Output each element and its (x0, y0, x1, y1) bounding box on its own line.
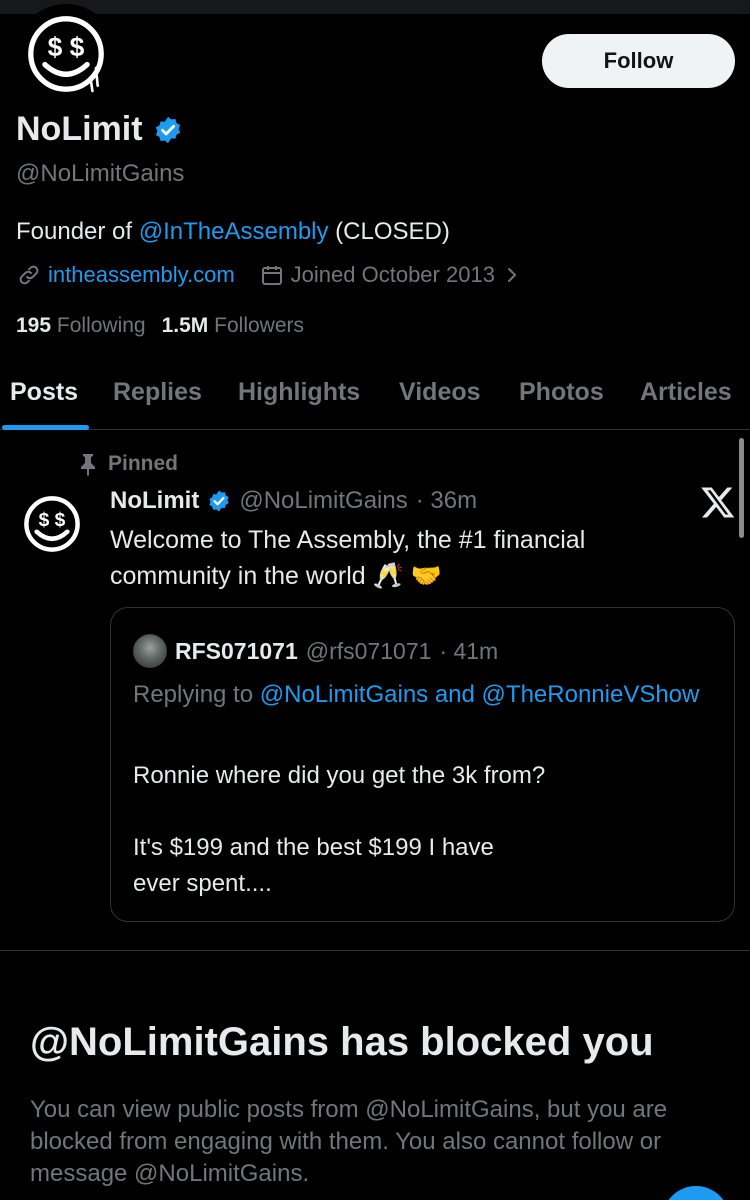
link-icon (16, 262, 42, 288)
tab-posts[interactable]: Posts (10, 378, 78, 407)
website-link[interactable]: intheassembly.com (48, 262, 235, 288)
post-author-name[interactable]: NoLimit (110, 487, 199, 515)
pin-icon (81, 454, 95, 476)
followers-link[interactable]: 1.5M Followers (162, 314, 304, 337)
following-label: Following (56, 314, 146, 337)
svg-text:$ $: $ $ (48, 32, 85, 62)
quote-author-handle[interactable]: @rfs071071 (306, 638, 432, 665)
profile-avatar[interactable]: $ $ (16, 4, 116, 104)
scrollbar[interactable] (739, 438, 744, 538)
replying-prefix: Replying to (133, 681, 260, 708)
profile-tabs: Posts Replies Highlights Videos Photos A… (0, 360, 750, 430)
quoted-post[interactable]: RFS071071 @rfs071071 · 41m Replying to @… (110, 607, 735, 922)
quote-body: Ronnie where did you get the 3k from? It… (133, 762, 546, 897)
tab-highlights[interactable]: Highlights (238, 378, 360, 407)
chevron-right-icon[interactable] (499, 262, 525, 288)
following-count: 195 (16, 314, 52, 337)
profile-name-row: NoLimit (16, 110, 183, 149)
active-tab-indicator (2, 425, 89, 430)
post-timestamp[interactable]: · 36m (416, 487, 477, 515)
followers-count: 1.5M (161, 314, 209, 337)
pinned-label: Pinned (108, 452, 179, 475)
tab-articles[interactable]: Articles (640, 378, 732, 407)
profile-handle: @NoLimitGains (16, 160, 185, 187)
post-author-avatar[interactable]: $ $ (20, 492, 84, 556)
profile-display-name: NoLimit (16, 110, 143, 148)
verified-badge-icon (207, 489, 231, 513)
tab-videos[interactable]: Videos (399, 378, 481, 407)
replying-to: Replying to @NoLimitGains and @TheRonnie… (133, 676, 723, 714)
quote-author-avatar[interactable] (133, 634, 167, 668)
post-author-handle[interactable]: @NoLimitGains (239, 487, 407, 515)
quote-author-name[interactable]: RFS071071 (175, 638, 298, 665)
quote-timestamp: · 41m (439, 637, 499, 664)
smiley-dollar-logo-icon: $ $ (24, 496, 80, 552)
smiley-dollar-logo-icon: $ $ (28, 16, 104, 93)
follow-button[interactable]: Follow (542, 34, 735, 88)
calendar-icon (259, 262, 285, 288)
profile-bio: Founder of @InTheAssembly (CLOSED) (16, 218, 450, 246)
replying-to-links[interactable]: @NoLimitGains and @TheRonnieVShow (260, 681, 700, 708)
section-divider (0, 950, 750, 951)
pinned-indicator: Pinned (78, 452, 178, 476)
bio-mention-link[interactable]: @InTheAssembly (139, 218, 329, 245)
x-logo-icon[interactable] (700, 484, 736, 520)
quote-header: RFS071071 @rfs071071 · 41m (133, 634, 498, 668)
post-header: NoLimit @NoLimitGains · 36m (110, 487, 477, 515)
bio-text-prefix: Founder of (16, 218, 139, 245)
following-link[interactable]: 195 Following (16, 314, 146, 337)
bio-text-suffix: (CLOSED) (328, 218, 450, 245)
status-bar (0, 0, 750, 14)
profile-meta: intheassembly.com Joined October 2013 (16, 262, 531, 288)
joined-date: Joined October 2013 (290, 262, 495, 287)
blocked-title: @NoLimitGains has blocked you (30, 1020, 654, 1064)
followers-label: Followers (214, 314, 304, 337)
tab-replies[interactable]: Replies (113, 378, 202, 407)
post-text: Welcome to The Assembly, the #1 financia… (110, 526, 586, 590)
tab-photos[interactable]: Photos (519, 378, 604, 407)
follow-stats: 195 Following 1.5M Followers (16, 314, 304, 338)
verified-badge-icon[interactable] (153, 115, 183, 145)
blocked-description: You can view public posts from @NoLimitG… (30, 1096, 668, 1187)
svg-text:$ $: $ $ (39, 510, 66, 531)
